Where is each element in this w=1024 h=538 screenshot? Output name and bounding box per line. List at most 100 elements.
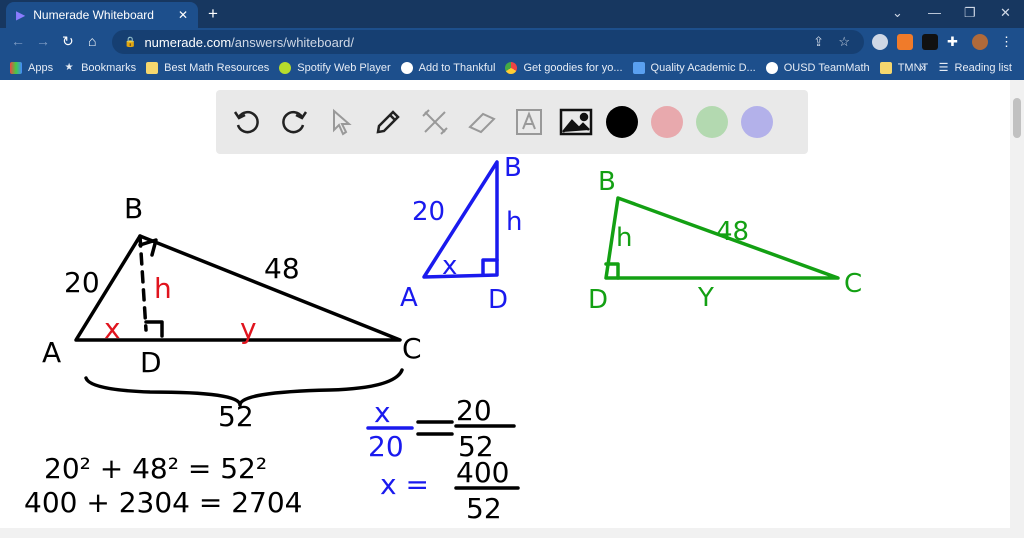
star-icon: ★ bbox=[64, 62, 74, 73]
eraser-icon[interactable] bbox=[465, 105, 499, 139]
label-x: x bbox=[442, 251, 457, 281]
bookmark-goodies[interactable]: Get goodies for yo... bbox=[505, 62, 623, 74]
close-window-button[interactable]: ✕ bbox=[1000, 5, 1011, 21]
color-purple-button[interactable] bbox=[741, 106, 773, 138]
close-tab-icon[interactable]: ✕ bbox=[178, 8, 188, 22]
label-b: B bbox=[504, 153, 522, 183]
label-b: B bbox=[124, 192, 143, 225]
label-c: C bbox=[402, 332, 422, 365]
triangle-abd-labels: B A D 20 h x bbox=[400, 153, 522, 315]
whiteboard-page: B A C D 20 48 52 h x y B A D 20 h x B D … bbox=[0, 80, 1024, 538]
minimize-button[interactable]: — bbox=[928, 5, 941, 20]
pen-icon[interactable] bbox=[371, 105, 405, 139]
address-bar[interactable]: 🔒 numerade.com/answers/whiteboard/ ⇪ ☆ bbox=[112, 30, 864, 54]
tab-title: Numerade Whiteboard bbox=[33, 8, 154, 22]
label-48: 48 bbox=[716, 217, 749, 247]
color-black-button[interactable] bbox=[606, 106, 638, 138]
label-a: A bbox=[400, 283, 418, 313]
apps-icon bbox=[10, 62, 22, 74]
label-y: Y bbox=[697, 283, 714, 313]
equation-1: 20² + 48² = 52² bbox=[44, 452, 267, 485]
profile-avatar[interactable] bbox=[972, 34, 988, 50]
proportion-equations: x 20 20 52 x = 400 52 bbox=[366, 394, 520, 525]
fraction-numerator: 20 bbox=[456, 394, 492, 427]
extension-icon[interactable] bbox=[872, 34, 888, 50]
tab-search-icon[interactable]: ⌄ bbox=[892, 5, 903, 21]
bookmark-ousd[interactable]: OUSD TeamMath bbox=[765, 62, 870, 74]
title-bar: ▶ Numerade Whiteboard ✕ + ⌄ — ❐ ✕ bbox=[0, 0, 1024, 28]
menu-icon[interactable]: ⋮ bbox=[1000, 34, 1016, 50]
label-20: 20 bbox=[412, 197, 445, 227]
scrollbar-thumb[interactable] bbox=[1013, 98, 1021, 138]
forward-button[interactable]: → bbox=[36, 33, 50, 49]
extension-icon[interactable] bbox=[922, 34, 938, 50]
vertical-scrollbar[interactable] bbox=[1010, 80, 1024, 538]
more-bookmarks-button[interactable]: » bbox=[920, 62, 926, 74]
bookmark-bookmarks[interactable]: ★ Bookmarks bbox=[63, 62, 137, 74]
bookmark-star-icon[interactable]: ☆ bbox=[838, 34, 850, 50]
reading-list-button[interactable]: ☰ Reading list bbox=[938, 61, 1012, 75]
redo-icon[interactable] bbox=[277, 105, 311, 139]
color-green-button[interactable] bbox=[696, 106, 728, 138]
image-icon[interactable] bbox=[559, 105, 593, 139]
bookmark-apps[interactable]: Apps bbox=[10, 62, 53, 74]
restore-button[interactable]: ❐ bbox=[964, 5, 976, 21]
new-tab-button[interactable]: + bbox=[208, 4, 218, 24]
tab-numerade-whiteboard[interactable]: ▶ Numerade Whiteboard ✕ bbox=[6, 2, 198, 28]
browser-toolbar: ← → ↻ ⌂ 🔒 numerade.com/answers/whiteboar… bbox=[0, 28, 1024, 56]
x-equals: x = bbox=[380, 468, 429, 501]
whiteboard-toolbar bbox=[216, 90, 808, 154]
label-c: C bbox=[844, 269, 862, 299]
folder-icon bbox=[879, 62, 892, 74]
bookmark-label: Best Math Resources bbox=[164, 62, 270, 74]
bookmark-label: Get goodies for yo... bbox=[523, 62, 623, 74]
triangle-abc bbox=[74, 234, 404, 407]
bookmark-quality-academic[interactable]: Quality Academic D... bbox=[632, 62, 756, 74]
label-h: h bbox=[506, 207, 522, 237]
label-x: x bbox=[104, 312, 121, 345]
chrome-icon bbox=[505, 62, 518, 74]
bookmark-spotify[interactable]: Spotify Web Player bbox=[279, 62, 391, 74]
label-20: 20 bbox=[64, 266, 100, 299]
pointer-icon[interactable] bbox=[324, 105, 358, 139]
horizontal-scrollbar[interactable] bbox=[0, 528, 1010, 538]
fraction-denominator: 52 bbox=[466, 492, 502, 525]
tools-icon[interactable] bbox=[418, 105, 452, 139]
lock-icon: 🔒 bbox=[124, 36, 137, 48]
color-pink-button[interactable] bbox=[651, 106, 683, 138]
triangle-bdc-labels: B D C 48 h Y bbox=[588, 167, 862, 315]
globe-icon bbox=[765, 62, 778, 74]
back-button[interactable]: ← bbox=[11, 33, 25, 49]
bookmark-best-math[interactable]: Best Math Resources bbox=[146, 62, 269, 74]
bookmark-thankful[interactable]: Add to Thankful bbox=[400, 62, 495, 74]
url-path: /answers/whiteboard/ bbox=[231, 34, 355, 50]
bookmark-label: Apps bbox=[28, 62, 54, 74]
label-h: h bbox=[154, 272, 172, 305]
bookmark-label: Quality Academic D... bbox=[650, 62, 756, 74]
label-d: D bbox=[588, 285, 608, 315]
extensions-puzzle-icon[interactable]: ✚ bbox=[947, 34, 963, 50]
extension-icon[interactable] bbox=[897, 34, 913, 50]
globe-icon bbox=[400, 62, 413, 74]
bookmarks-bar: Apps ★ Bookmarks Best Math Resources Spot… bbox=[0, 56, 1024, 80]
pythagorean-equations: 20² + 48² = 52² 400 + 2304 = 2704 bbox=[24, 452, 302, 519]
undo-icon[interactable] bbox=[230, 105, 264, 139]
share-icon[interactable]: ⇪ bbox=[813, 34, 824, 50]
label-48: 48 bbox=[264, 252, 300, 285]
equation-2: 400 + 2304 = 2704 bbox=[24, 486, 302, 519]
bookmark-label: Bookmarks bbox=[81, 62, 137, 74]
fraction-denominator: 20 bbox=[368, 430, 404, 463]
reading-list-icon: ☰ bbox=[938, 62, 949, 74]
label-d: D bbox=[488, 285, 508, 315]
label-a: A bbox=[42, 336, 61, 369]
reading-list-label: Reading list bbox=[954, 61, 1012, 74]
label-h: h bbox=[616, 223, 632, 253]
site-icon bbox=[632, 62, 645, 74]
folder-icon bbox=[146, 62, 159, 74]
reload-button[interactable]: ↻ bbox=[62, 33, 74, 50]
triangle-abc-red-labels: h x y bbox=[104, 272, 257, 345]
spotify-icon bbox=[279, 62, 292, 74]
text-icon[interactable] bbox=[512, 105, 546, 139]
home-button[interactable]: ⌂ bbox=[88, 33, 96, 49]
fraction-numerator: 400 bbox=[456, 456, 509, 489]
